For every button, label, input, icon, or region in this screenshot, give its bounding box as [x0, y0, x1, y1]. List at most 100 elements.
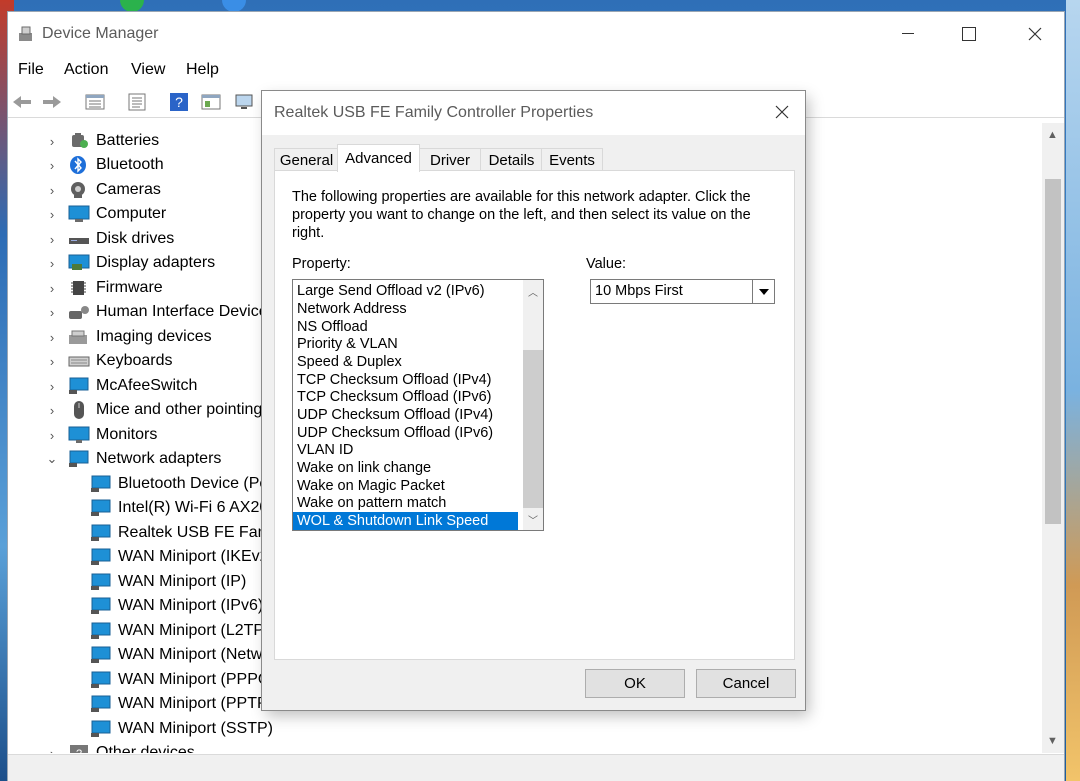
list-item[interactable]: Priority & VLAN — [293, 335, 518, 353]
dropdown-arrow-icon[interactable] — [752, 280, 774, 303]
tree-item-label: WAN Miniport (PPPO — [118, 671, 271, 688]
list-item[interactable]: NS Offload — [293, 318, 518, 336]
tree-item-batteries[interactable]: › Batteries — [44, 129, 159, 153]
chevron-down-icon[interactable]: ⌄ — [44, 451, 60, 467]
tree-item-other-devices[interactable]: › ? Other devices — [44, 741, 195, 753]
chevron-right-icon[interactable]: › — [44, 157, 60, 173]
chevron-right-icon[interactable]: › — [44, 231, 60, 247]
list-item[interactable]: TCP Checksum Offload (IPv6) — [293, 388, 518, 406]
chevron-right-icon[interactable]: › — [44, 255, 60, 271]
update-driver-icon[interactable] — [199, 90, 223, 114]
tree-child-intel-wifi[interactable]: Intel(R) Wi-Fi 6 AX20 — [90, 496, 268, 520]
chevron-right-icon[interactable]: › — [44, 427, 60, 443]
list-item[interactable]: VLAN ID — [293, 441, 518, 459]
chevron-right-icon[interactable]: › — [44, 133, 60, 149]
tree-item-imaging-devices[interactable]: › Imaging devices — [44, 325, 212, 349]
menu-action[interactable]: Action — [64, 61, 108, 79]
list-item[interactable]: UDP Checksum Offload (IPv6) — [293, 424, 518, 442]
tree-item-disk-drives[interactable]: › Disk drives — [44, 227, 174, 251]
minimize-button[interactable] — [885, 12, 931, 56]
tree-item-firmware[interactable]: › Firmware — [44, 276, 163, 300]
scroll-down-icon[interactable]: ▼ — [1047, 735, 1058, 747]
scroll-up-icon[interactable]: ︿ — [523, 282, 543, 300]
bluetooth-icon — [70, 156, 86, 174]
maximize-button[interactable] — [946, 12, 992, 56]
tree-item-monitors[interactable]: › Monitors — [44, 423, 157, 447]
menu-view[interactable]: View — [131, 61, 165, 79]
list-item[interactable]: Wake on Magic Packet — [293, 477, 518, 495]
tab-general[interactable]: General — [274, 148, 339, 171]
advanced-panel: The following properties are available f… — [274, 170, 795, 660]
tree-child-realtek-usb[interactable]: Realtek USB FE Famil — [90, 521, 278, 545]
tree-child-wan-ip[interactable]: WAN Miniport (IP) — [90, 570, 246, 594]
tree-child-wan-l2tp[interactable]: WAN Miniport (L2TP) — [90, 619, 269, 643]
tab-events[interactable]: Events — [541, 148, 603, 171]
list-item[interactable]: UDP Checksum Offload (IPv4) — [293, 406, 518, 424]
list-item[interactable]: TCP Checksum Offload (IPv4) — [293, 371, 518, 389]
menu-file[interactable]: File — [18, 61, 44, 79]
tree-child-wan-network-monitor[interactable]: WAN Miniport (Netw — [90, 643, 262, 667]
tree-item-label: Mice and other pointing — [96, 401, 263, 418]
network-icon — [69, 450, 89, 467]
tree-child-wan-sstp[interactable]: WAN Miniport (SSTP) — [90, 717, 273, 741]
tree-item-keyboards[interactable]: › Keyboards — [44, 349, 173, 373]
chevron-right-icon[interactable]: › — [44, 280, 60, 296]
menu-help[interactable]: Help — [186, 61, 219, 79]
tree-child-bluetooth-device[interactable]: Bluetooth Device (Pe — [90, 472, 268, 496]
tree-item-label: WAN Miniport (IPv6) — [118, 597, 264, 614]
chevron-right-icon[interactable]: › — [44, 402, 60, 418]
scan-hardware-icon[interactable] — [233, 90, 257, 114]
scroll-up-icon[interactable]: ▲ — [1047, 129, 1058, 141]
list-item[interactable]: Wake on pattern match — [293, 494, 518, 512]
properties-list-icon[interactable] — [83, 90, 107, 114]
list-item-selected[interactable]: WOL & Shutdown Link Speed — [293, 512, 518, 530]
property-listbox[interactable]: Large Send Offload v2 (IPv6) Network Add… — [292, 279, 544, 531]
help-icon[interactable]: ? — [167, 90, 191, 114]
listbox-scrollbar[interactable]: ︿ ﹀ — [523, 280, 543, 530]
chevron-right-icon[interactable]: › — [44, 182, 60, 198]
list-item[interactable]: Network Address — [293, 300, 518, 318]
chevron-right-icon[interactable]: › — [44, 304, 60, 320]
tree-item-label: Monitors — [96, 426, 158, 443]
list-item[interactable]: Large Send Offload v2 (IPv6) — [293, 282, 518, 300]
network-adapter-icon — [91, 695, 111, 712]
tree-item-human-interface-devices[interactable]: › Human Interface Devices — [44, 300, 276, 324]
tab-driver[interactable]: Driver — [418, 148, 482, 171]
back-arrow-icon[interactable] — [10, 90, 34, 114]
chevron-right-icon[interactable]: › — [44, 206, 60, 222]
details-pane-icon[interactable] — [125, 90, 149, 114]
tree-child-wan-pptp[interactable]: WAN Miniport (PPTP — [90, 692, 268, 716]
tree-item-computer[interactable]: › Computer — [44, 202, 166, 226]
tree-item-cameras[interactable]: › Cameras — [44, 178, 161, 202]
tree-item-label: Bluetooth Device (Pe — [118, 475, 269, 492]
chevron-right-icon[interactable]: › — [44, 745, 60, 754]
tree-item-label: WAN Miniport (IP) — [118, 573, 247, 590]
tree-item-bluetooth[interactable]: › Bluetooth — [44, 153, 164, 177]
ok-button[interactable]: OK — [585, 669, 685, 698]
tab-advanced[interactable]: Advanced — [337, 144, 420, 172]
value-dropdown[interactable]: 10 Mbps First — [590, 279, 775, 304]
dialog-close-button[interactable] — [759, 91, 805, 133]
imaging-icon — [69, 330, 87, 344]
tree-child-wan-ipv6[interactable]: WAN Miniport (IPv6) — [90, 594, 263, 618]
tree-child-wan-ikev2[interactable]: WAN Miniport (IKEv2 — [90, 545, 269, 569]
list-item[interactable]: Wake on link change — [293, 459, 518, 477]
list-item[interactable]: Speed & Duplex — [293, 353, 518, 371]
vertical-scrollbar[interactable]: ▲ ▼ — [1042, 123, 1064, 753]
tree-item-display-adapters[interactable]: › Display adapters — [44, 251, 215, 275]
chevron-right-icon[interactable]: › — [44, 353, 60, 369]
scroll-down-icon[interactable]: ﹀ — [523, 510, 543, 528]
tree-item-mice[interactable]: › Mice and other pointing — [44, 398, 262, 422]
listbox-scroll-thumb[interactable] — [523, 350, 543, 508]
chevron-right-icon[interactable]: › — [44, 378, 60, 394]
computer-icon — [68, 205, 90, 222]
tree-item-network-adapters[interactable]: ⌄ Network adapters — [44, 447, 221, 471]
chevron-right-icon[interactable]: › — [44, 329, 60, 345]
close-button[interactable] — [1012, 12, 1058, 56]
tree-child-wan-pppoe[interactable]: WAN Miniport (PPPO — [90, 668, 270, 692]
tree-item-mcafeeswitch[interactable]: › McAfeeSwitch — [44, 374, 197, 398]
tab-details[interactable]: Details — [480, 148, 543, 171]
cancel-button[interactable]: Cancel — [696, 669, 796, 698]
forward-arrow-icon[interactable] — [40, 90, 64, 114]
scrollbar-thumb[interactable] — [1045, 179, 1061, 524]
